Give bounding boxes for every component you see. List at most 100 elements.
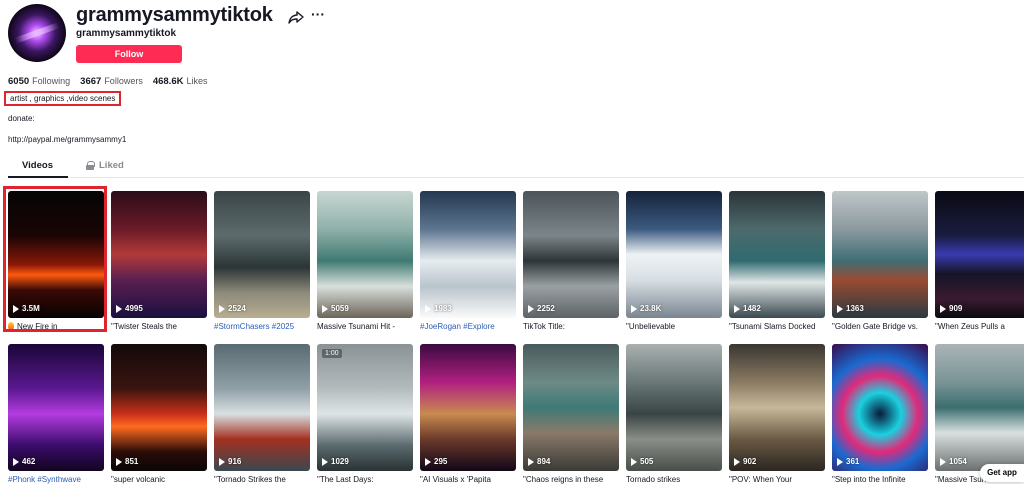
video-caption[interactable]: Tornado strikes bbox=[626, 475, 722, 484]
follow-button[interactable]: Follow bbox=[76, 45, 182, 63]
video-card[interactable]: 916 "Tornado Strikes the bbox=[214, 344, 310, 484]
video-caption-text: Tornado strikes bbox=[626, 475, 681, 484]
video-thumbnail[interactable]: 916 bbox=[214, 344, 310, 471]
play-icon bbox=[322, 457, 328, 466]
video-card[interactable]: 5059 Massive Tsunami Hit - bbox=[317, 191, 413, 331]
video-card[interactable]: 295 "AI Visuals x 'Papita bbox=[420, 344, 516, 484]
video-thumbnail[interactable]: 462 bbox=[8, 344, 104, 471]
video-caption[interactable]: "Unbelievable bbox=[626, 322, 722, 331]
video-caption[interactable]: Massive Tsunami Hit - bbox=[317, 322, 413, 331]
stat-following[interactable]: 6050 Following bbox=[8, 76, 70, 87]
play-icon bbox=[425, 457, 431, 466]
share-icon[interactable] bbox=[288, 9, 304, 25]
video-caption[interactable]: "Tsunami Slams Docked bbox=[729, 322, 825, 331]
profile-link[interactable]: http://paypal.me/grammysammy1 bbox=[8, 135, 126, 144]
video-thumbnail[interactable]: 1054 bbox=[935, 344, 1024, 471]
video-view-count: 1482 bbox=[743, 304, 761, 313]
video-caption[interactable]: "super volcanic bbox=[111, 475, 207, 484]
video-thumbnail[interactable]: 1983 bbox=[420, 191, 516, 318]
video-caption[interactable]: "POV: When Your bbox=[729, 475, 825, 484]
play-icon bbox=[940, 304, 946, 313]
video-caption[interactable]: "Step into the Infinite bbox=[832, 475, 928, 484]
stat-followers[interactable]: 3667 Followers bbox=[80, 76, 143, 87]
video-card[interactable]: 361 "Step into the Infinite bbox=[832, 344, 928, 484]
video-caption-text: "POV: When Your bbox=[729, 475, 793, 484]
video-views: 851 bbox=[116, 457, 138, 466]
video-caption-text: "The Last Days: bbox=[317, 475, 374, 484]
video-card[interactable]: 2252 TikTok Title: bbox=[523, 191, 619, 331]
video-caption[interactable]: "When Zeus Pulls a bbox=[935, 322, 1024, 331]
video-thumbnail[interactable]: 909 bbox=[935, 191, 1024, 318]
video-card[interactable]: 909 "When Zeus Pulls a bbox=[935, 191, 1024, 331]
video-thumbnail[interactable]: 361 bbox=[832, 344, 928, 471]
video-views: 2252 bbox=[528, 304, 555, 313]
video-thumbnail[interactable]: 2524 bbox=[214, 191, 310, 318]
video-view-count: 4995 bbox=[125, 304, 143, 313]
video-view-count: 2524 bbox=[228, 304, 246, 313]
play-icon bbox=[940, 457, 946, 466]
video-caption[interactable]: "The Last Days: bbox=[317, 475, 413, 484]
video-view-count: 1029 bbox=[331, 457, 349, 466]
stat-value: 3667 bbox=[80, 76, 102, 87]
tab-liked[interactable]: Liked bbox=[86, 160, 124, 171]
video-card[interactable]: 1983 #JoeRogan #Explore bbox=[420, 191, 516, 331]
video-views: 505 bbox=[631, 457, 653, 466]
video-card[interactable]: 902 "POV: When Your bbox=[729, 344, 825, 484]
lock-icon bbox=[86, 161, 95, 170]
play-icon bbox=[837, 304, 843, 313]
video-thumbnail[interactable]: 1:00 1029 bbox=[317, 344, 413, 471]
video-thumbnail[interactable]: 23.8K bbox=[626, 191, 722, 318]
video-card[interactable]: 1:00 1029 "The Last Days: bbox=[317, 344, 413, 484]
play-icon bbox=[528, 304, 534, 313]
video-views: 462 bbox=[13, 457, 35, 466]
video-view-count: 5059 bbox=[331, 304, 349, 313]
highlight-box bbox=[3, 186, 107, 332]
video-caption[interactable]: "Golden Gate Bridge vs. bbox=[832, 322, 928, 331]
play-icon bbox=[734, 304, 740, 313]
video-caption[interactable]: #StormChasers #2025 bbox=[214, 322, 310, 331]
video-thumbnail[interactable]: 2252 bbox=[523, 191, 619, 318]
more-options-icon[interactable]: ··· bbox=[310, 7, 326, 25]
video-caption[interactable]: "Twister Steals the bbox=[111, 322, 207, 331]
video-thumbnail[interactable]: 1363 bbox=[832, 191, 928, 318]
video-view-count: 361 bbox=[846, 457, 860, 466]
video-thumbnail[interactable]: 902 bbox=[729, 344, 825, 471]
video-card[interactable]: 462 #Phonk #Synthwave bbox=[8, 344, 104, 484]
video-caption[interactable]: #Phonk #Synthwave bbox=[8, 475, 104, 484]
video-view-count: 23.8K bbox=[640, 304, 662, 313]
video-caption[interactable]: TikTok Title: bbox=[523, 322, 619, 331]
video-card[interactable]: 894 "Chaos reigns in these bbox=[523, 344, 619, 484]
video-thumbnail[interactable]: 505 bbox=[626, 344, 722, 471]
stat-label: Following bbox=[32, 76, 71, 86]
video-thumbnail[interactable]: 295 bbox=[420, 344, 516, 471]
video-views: 916 bbox=[219, 457, 241, 466]
play-icon bbox=[425, 304, 431, 313]
video-caption[interactable]: "AI Visuals x 'Papita bbox=[420, 475, 516, 484]
video-card[interactable]: 1054 "Massive Tsunami bbox=[935, 344, 1024, 484]
video-card[interactable]: 23.8K "Unbelievable bbox=[626, 191, 722, 331]
video-card[interactable]: 1482 "Tsunami Slams Docked bbox=[729, 191, 825, 331]
video-thumbnail[interactable]: 1482 bbox=[729, 191, 825, 318]
play-icon bbox=[219, 304, 225, 313]
video-card[interactable]: 4995 "Twister Steals the bbox=[111, 191, 207, 331]
video-card[interactable]: 2524 #StormChasers #2025 bbox=[214, 191, 310, 331]
profile-donate-text: donate: bbox=[8, 114, 35, 123]
video-card[interactable]: 851 "super volcanic bbox=[111, 344, 207, 484]
get-app-button[interactable]: Get app bbox=[980, 464, 1024, 482]
video-card[interactable]: 505 Tornado strikes bbox=[626, 344, 722, 484]
video-card[interactable]: 1363 "Golden Gate Bridge vs. bbox=[832, 191, 928, 331]
video-caption-text: "Unbelievable bbox=[626, 322, 676, 331]
video-caption-text: "Tsunami Slams Docked bbox=[729, 322, 816, 331]
video-caption[interactable]: "Chaos reigns in these bbox=[523, 475, 619, 484]
video-caption[interactable]: #JoeRogan #Explore bbox=[420, 322, 516, 331]
video-caption[interactable]: "Tornado Strikes the bbox=[214, 475, 310, 484]
video-thumbnail[interactable]: 5059 bbox=[317, 191, 413, 318]
play-icon bbox=[219, 457, 225, 466]
stat-likes: 468.6K Likes bbox=[153, 76, 208, 87]
video-views: 909 bbox=[940, 304, 962, 313]
video-thumbnail[interactable]: 851 bbox=[111, 344, 207, 471]
tab-videos[interactable]: Videos bbox=[22, 160, 53, 171]
video-thumbnail[interactable]: 894 bbox=[523, 344, 619, 471]
profile-avatar[interactable] bbox=[8, 4, 66, 62]
video-thumbnail[interactable]: 4995 bbox=[111, 191, 207, 318]
